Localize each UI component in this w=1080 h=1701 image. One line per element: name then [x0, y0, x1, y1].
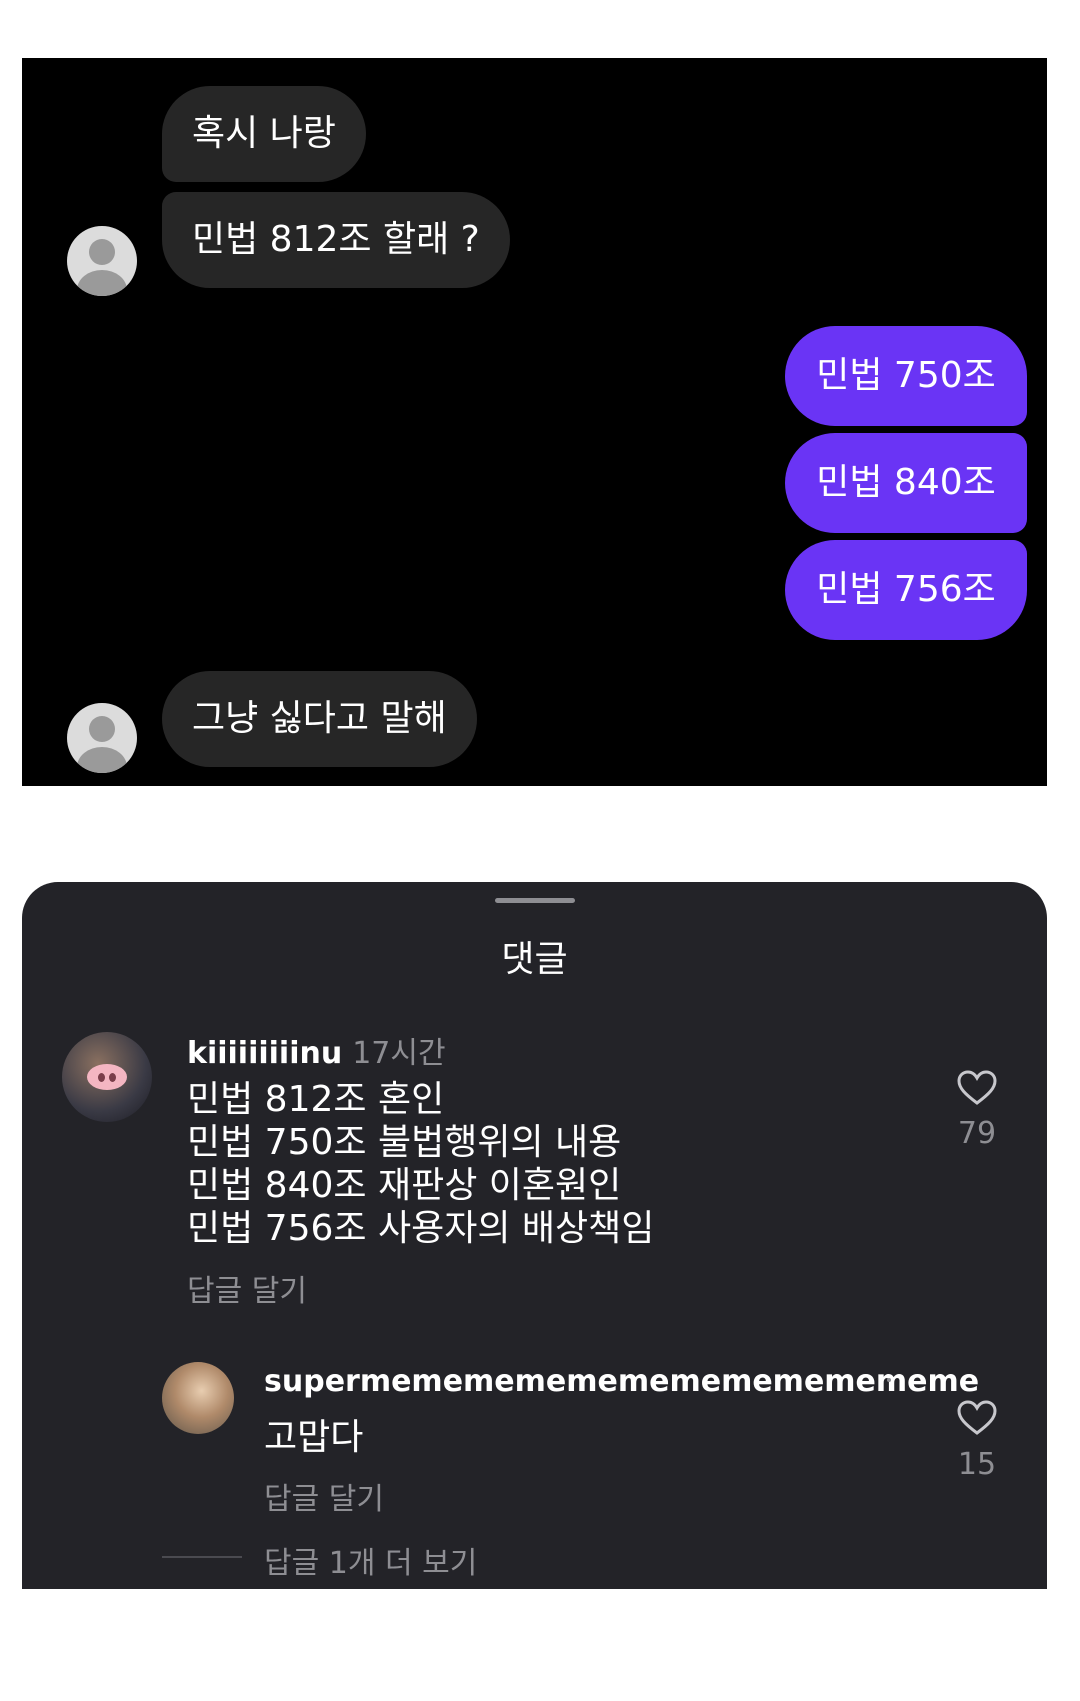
incoming-message[interactable]: 그냥 싫다고 말해	[162, 671, 477, 767]
comment-username[interactable]: kiiiiiiiiinu	[187, 1036, 342, 1071]
reply-button[interactable]: 답글 달기	[264, 1474, 384, 1518]
commenter-avatar[interactable]	[162, 1362, 234, 1434]
avatar[interactable]	[67, 226, 137, 296]
sheet-title: 댓글	[501, 939, 568, 980]
comments-sheet: 댓글 kiiiiiiiiinu 17시간 민법 812조 혼인 민법 750조 불…	[22, 882, 1047, 1589]
outgoing-message[interactable]: 민법 750조	[785, 326, 1027, 426]
comment-line: 민법 750조 불법행위의 내용	[187, 1122, 622, 1163]
heart-icon[interactable]	[957, 1070, 997, 1106]
comment-text: 민법 812조 혼인 민법 750조 불법행위의 내용 민법 840조 재판상 …	[187, 1078, 654, 1250]
comment-line: 민법 756조 사용자의 배상책임	[187, 1208, 655, 1249]
comment-time: 17시간	[352, 1036, 446, 1071]
chat-panel: 혹시 나랑 민법 812조 할래 ? 민법 750조 민법 840조 민법 75…	[22, 58, 1047, 786]
separator-dot	[887, 1378, 891, 1382]
comment-line: 민법 840조 재판상 이혼원인	[187, 1165, 622, 1206]
commenter-avatar[interactable]	[62, 1032, 152, 1122]
incoming-message[interactable]: 혹시 나랑	[162, 86, 366, 182]
comment-username[interactable]: supermemememememememememememe	[264, 1364, 979, 1399]
heart-icon[interactable]	[957, 1400, 997, 1436]
outgoing-message[interactable]: 민법 840조	[785, 433, 1027, 533]
outgoing-message[interactable]: 민법 756조	[785, 540, 1027, 640]
incoming-message[interactable]: 민법 812조 할래 ?	[162, 192, 510, 288]
divider	[162, 1556, 242, 1558]
like-count: 15	[957, 1447, 997, 1482]
avatar[interactable]	[67, 703, 137, 773]
reply-button[interactable]: 답글 달기	[187, 1266, 307, 1310]
person-icon	[89, 716, 115, 742]
sheet-drag-handle[interactable]	[495, 898, 575, 903]
pig-nose-icon	[87, 1064, 127, 1090]
like-count: 79	[957, 1116, 997, 1151]
comment-text: 고맙다	[264, 1417, 364, 1458]
comment-author[interactable]: kiiiiiiiiinu 17시간	[187, 1028, 446, 1072]
person-icon	[89, 239, 115, 265]
comment-line: 민법 812조 혼인	[187, 1079, 445, 1120]
view-more-replies-button[interactable]: 답글 1개 더 보기	[264, 1538, 477, 1582]
